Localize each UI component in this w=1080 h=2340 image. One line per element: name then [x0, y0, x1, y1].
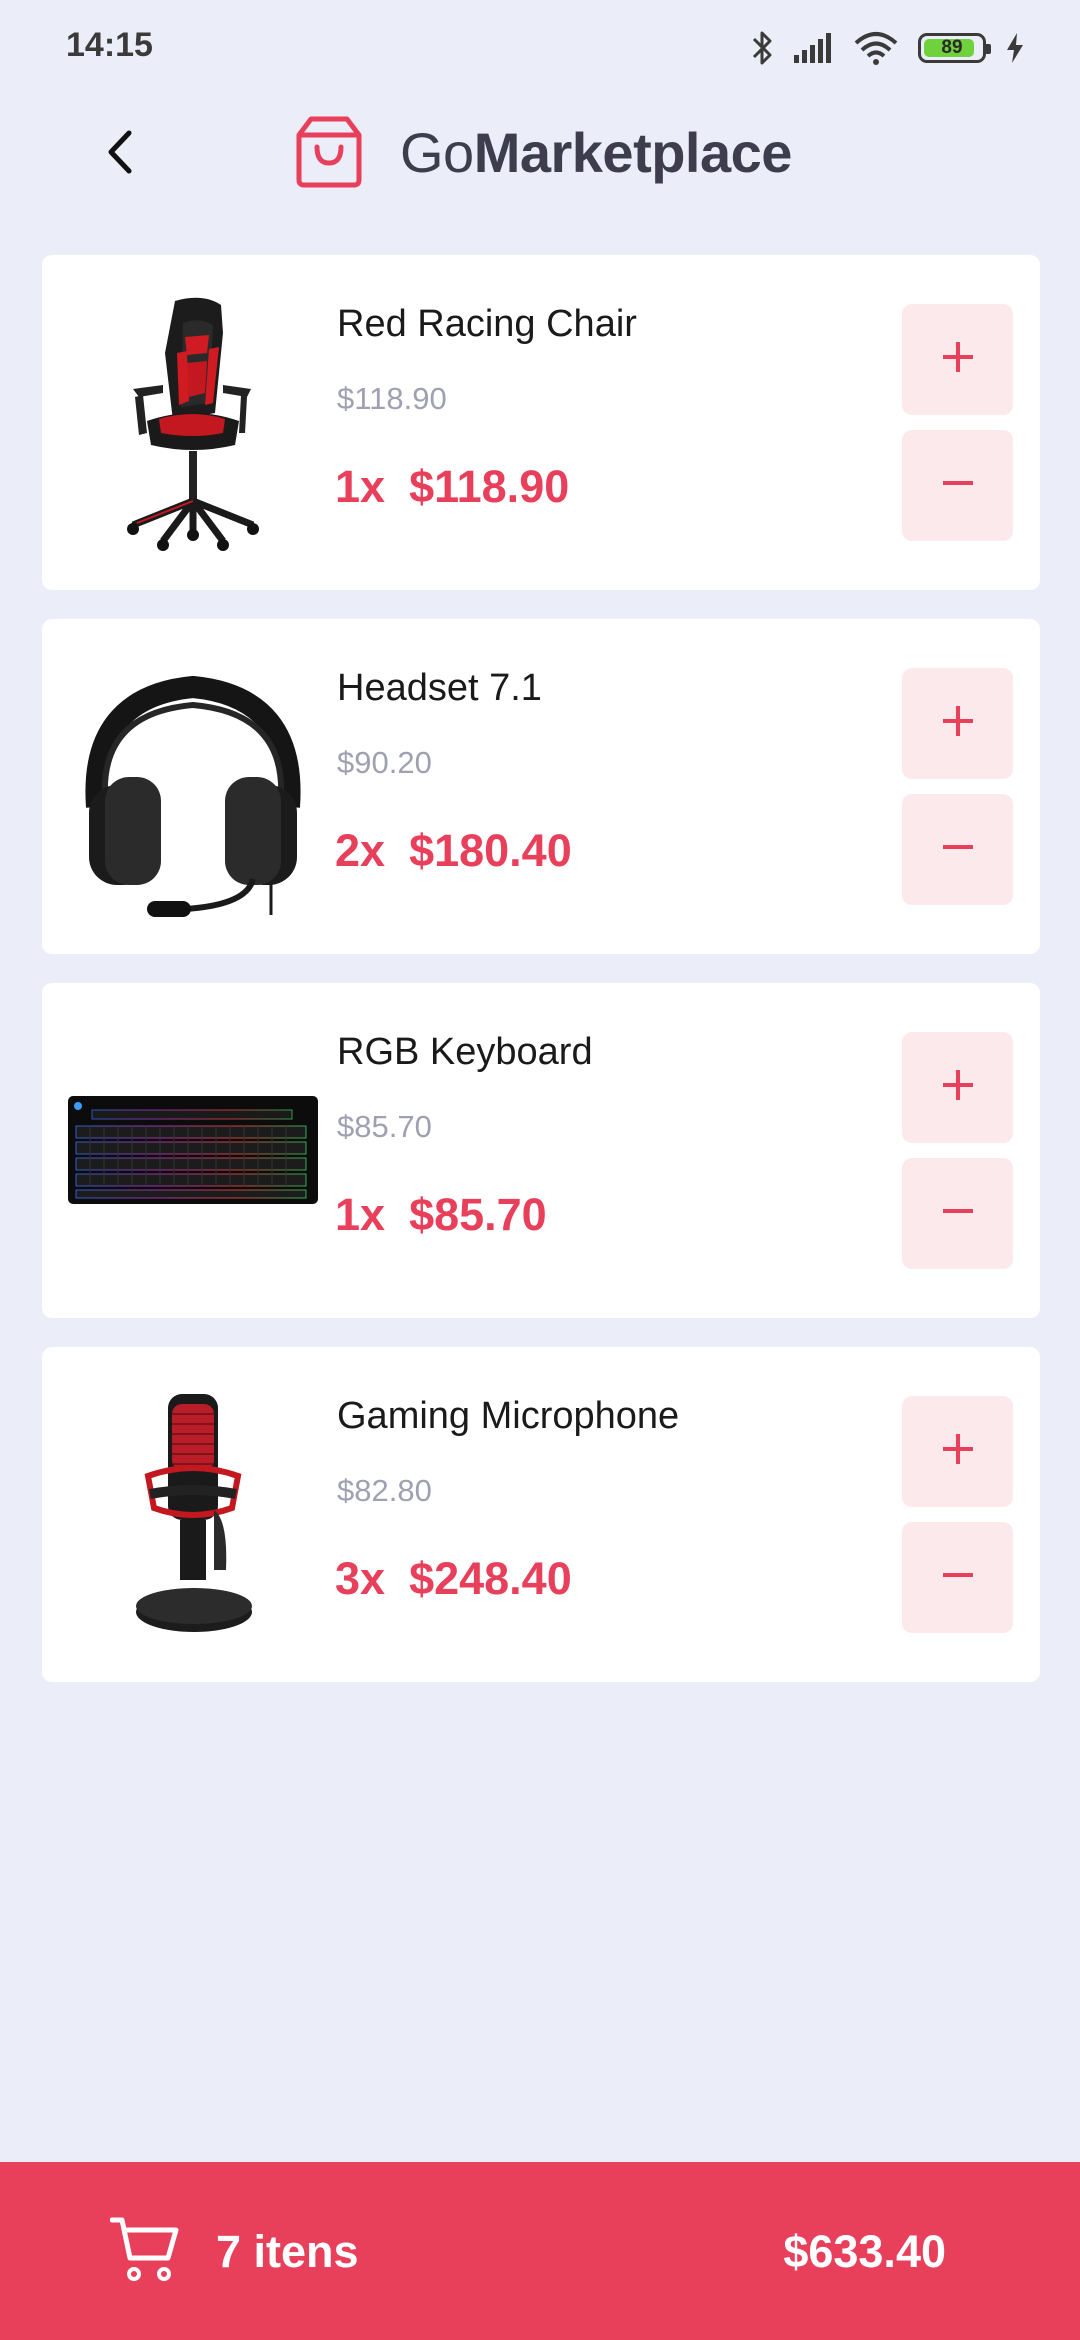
increment-button[interactable]	[902, 304, 1013, 415]
battery-icon: 89	[918, 33, 991, 63]
bluetooth-icon	[752, 30, 774, 66]
status-time: 14:15	[66, 26, 153, 64]
decrement-button[interactable]	[902, 794, 1013, 905]
product-unit-price: $118.90	[337, 381, 447, 416]
increment-button[interactable]	[902, 668, 1013, 779]
cart-item-count: 7 itens	[216, 2226, 359, 2277]
back-button[interactable]	[84, 118, 156, 190]
product-quantity: 1x	[335, 1189, 386, 1240]
plus-icon	[941, 1068, 975, 1107]
charging-icon	[1006, 33, 1024, 63]
product-title: Headset 7.1	[337, 667, 542, 709]
minus-icon	[941, 830, 975, 869]
plus-icon	[941, 704, 975, 743]
product-subtotal-line: 2x $180.40	[335, 825, 572, 877]
product-title: RGB Keyboard	[337, 1031, 593, 1073]
cart-screen: 14:15 89 GoMarketplace Red Racing Chair …	[0, 0, 1080, 2340]
chevron-left-icon	[105, 129, 135, 180]
increment-button[interactable]	[902, 1396, 1013, 1507]
app-logo: GoMarketplace	[296, 116, 792, 188]
product-subtotal: $85.70	[409, 1189, 547, 1240]
product-image-microphone	[68, 1377, 318, 1652]
product-subtotal: $118.90	[409, 461, 570, 512]
product-quantity: 1x	[335, 461, 386, 512]
product-quantity: 2x	[335, 825, 386, 876]
minus-icon	[941, 1194, 975, 1233]
product-card: RGB Keyboard $85.70 1x $85.70	[42, 983, 1040, 1318]
product-subtotal-line: 3x $248.40	[335, 1553, 572, 1605]
signal-icon	[794, 33, 834, 63]
product-subtotal: $248.40	[409, 1553, 572, 1604]
product-subtotal-line: 1x $118.90	[335, 461, 569, 513]
decrement-button[interactable]	[902, 1158, 1013, 1269]
product-card: Red Racing Chair $118.90 1x $118.90	[42, 255, 1040, 590]
app-title: GoMarketplace	[400, 120, 792, 185]
shopping-bag-icon	[296, 116, 362, 188]
status-bar: 14:15 89	[0, 0, 1080, 96]
product-card: Headset 7.1 $90.20 2x $180.40	[42, 619, 1040, 954]
increment-button[interactable]	[902, 1032, 1013, 1143]
app-header: GoMarketplace	[0, 96, 1080, 212]
product-subtotal-line: 1x $85.70	[335, 1189, 547, 1241]
minus-icon	[941, 1558, 975, 1597]
product-list: Red Racing Chair $118.90 1x $118.90 Head…	[42, 255, 1040, 1711]
product-subtotal: $180.40	[409, 825, 572, 876]
plus-icon	[941, 1432, 975, 1471]
app-title-bold: Marketplace	[473, 120, 793, 184]
decrement-button[interactable]	[902, 1522, 1013, 1633]
product-unit-price: $82.80	[337, 1473, 432, 1508]
product-title: Red Racing Chair	[337, 303, 637, 345]
product-image-racing-chair	[68, 285, 318, 560]
product-quantity: 3x	[335, 1553, 386, 1604]
product-title: Gaming Microphone	[337, 1395, 680, 1437]
product-image-rgb-keyboard	[68, 1013, 318, 1288]
decrement-button[interactable]	[902, 430, 1013, 541]
cart-total-price: $633.40	[783, 2226, 946, 2277]
shopping-cart-icon	[109, 2214, 180, 2289]
minus-icon	[941, 466, 975, 505]
app-title-light: Go	[400, 120, 474, 184]
battery-level: 89	[941, 37, 963, 58]
product-card: Gaming Microphone $82.80 3x $248.40	[42, 1347, 1040, 1682]
wifi-icon	[854, 31, 898, 65]
product-unit-price: $85.70	[337, 1109, 432, 1144]
cart-summary-bar[interactable]: 7 itens $633.40	[0, 2162, 1080, 2340]
product-image-headset	[68, 649, 318, 924]
status-icons: 89	[752, 26, 1024, 70]
plus-icon	[941, 340, 975, 379]
product-unit-price: $90.20	[337, 745, 432, 780]
